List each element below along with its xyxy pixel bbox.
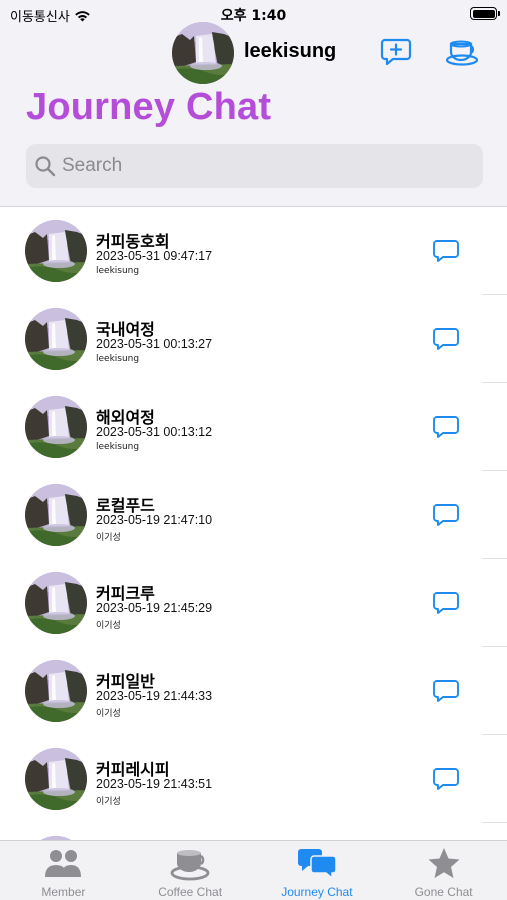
star-icon bbox=[428, 848, 460, 878]
tab-gone-chat[interactable]: Gone Chat bbox=[380, 841, 507, 900]
tab-label: Gone Chat bbox=[414, 885, 473, 899]
chat-date: 2023-05-19 21:47:10 bbox=[96, 513, 213, 527]
new-chat-button[interactable] bbox=[379, 36, 413, 68]
search-icon bbox=[35, 156, 56, 177]
chat-row[interactable]: 국내여정 2023-05-31 00:13:27 leekisung bbox=[0, 295, 507, 383]
coffee-button[interactable] bbox=[445, 36, 479, 68]
chat-bubble-icon[interactable] bbox=[433, 591, 459, 615]
profile-avatar[interactable] bbox=[172, 22, 234, 84]
chat-avatar bbox=[25, 308, 87, 370]
tab-bar: Member Coffee Chat Journey Chat Gone Cha… bbox=[0, 840, 507, 900]
chat-row[interactable]: 커피동호회 2023-05-31 09:47:17 leekisung bbox=[0, 207, 507, 295]
chat-bubble-icon[interactable] bbox=[433, 327, 459, 351]
chat-avatar bbox=[25, 396, 87, 458]
chat-bubble-icon[interactable] bbox=[433, 679, 459, 703]
page-title: Journey Chat bbox=[26, 86, 272, 128]
chat-author: 이기성 bbox=[96, 533, 121, 543]
chat-date: 2023-05-19 21:45:29 bbox=[96, 601, 213, 615]
chat-avatar bbox=[25, 484, 87, 546]
chat-row[interactable]: 커피크루 2023-05-19 21:45:29 이기성 bbox=[0, 559, 507, 647]
coffee-cup-icon bbox=[170, 850, 210, 881]
chat-avatar bbox=[25, 572, 87, 634]
chat-author: leekisung bbox=[96, 266, 140, 276]
status-bar: 이동통신사 오후 1:40 bbox=[0, 0, 507, 28]
chat-date: 2023-05-19 21:43:51 bbox=[96, 777, 213, 791]
chat-bubble-icon[interactable] bbox=[433, 767, 459, 791]
chat-date: 2023-05-19 21:44:33 bbox=[96, 689, 213, 703]
coffee-cup-icon bbox=[445, 40, 479, 66]
chat-row[interactable]: 해외여정 2023-05-31 00:13:12 leekisung bbox=[0, 383, 507, 471]
new-message-icon bbox=[380, 38, 412, 66]
chat-bubbles-icon bbox=[297, 849, 337, 880]
people-icon bbox=[45, 850, 82, 877]
tab-journey-chat[interactable]: Journey Chat bbox=[254, 841, 381, 900]
chat-date: 2023-05-31 09:47:17 bbox=[96, 249, 213, 263]
chat-list: 커피동호회 2023-05-31 09:47:17 leekisung 국내여정… bbox=[0, 206, 507, 840]
chat-author: leekisung bbox=[96, 354, 140, 364]
tab-label: Member bbox=[41, 885, 86, 899]
chat-bubble-icon[interactable] bbox=[433, 239, 459, 263]
search-bar[interactable] bbox=[26, 144, 483, 188]
chat-date: 2023-05-31 00:13:27 bbox=[96, 337, 213, 351]
battery-icon bbox=[470, 7, 500, 20]
chat-row[interactable]: 로컬푸드 2023-05-19 21:47:10 이기성 bbox=[0, 471, 507, 559]
chat-row[interactable] bbox=[0, 823, 507, 840]
search-input[interactable] bbox=[62, 155, 462, 177]
tab-label: Journey Chat bbox=[281, 885, 353, 899]
clock: 오후 1:40 bbox=[220, 8, 287, 24]
chat-row[interactable]: 커피일반 2023-05-19 21:44:33 이기성 bbox=[0, 647, 507, 735]
chat-author: leekisung bbox=[96, 442, 140, 452]
tab-member[interactable]: Member bbox=[0, 841, 127, 900]
chat-author: 이기성 bbox=[96, 621, 121, 631]
chat-bubble-icon[interactable] bbox=[433, 503, 459, 527]
chat-row[interactable]: 커피레시피 2023-05-19 21:43:51 이기성 bbox=[0, 735, 507, 823]
tab-coffee-chat[interactable]: Coffee Chat bbox=[127, 841, 254, 900]
chat-avatar bbox=[25, 660, 87, 722]
chat-author: 이기성 bbox=[96, 797, 121, 807]
chat-avatar bbox=[25, 748, 87, 810]
tab-label: Coffee Chat bbox=[158, 885, 223, 899]
profile-username: leekisung bbox=[244, 40, 337, 62]
chat-author: 이기성 bbox=[96, 709, 121, 719]
chat-bubble-icon[interactable] bbox=[433, 415, 459, 439]
chat-avatar bbox=[25, 220, 87, 282]
chat-date: 2023-05-31 00:13:12 bbox=[96, 425, 213, 439]
